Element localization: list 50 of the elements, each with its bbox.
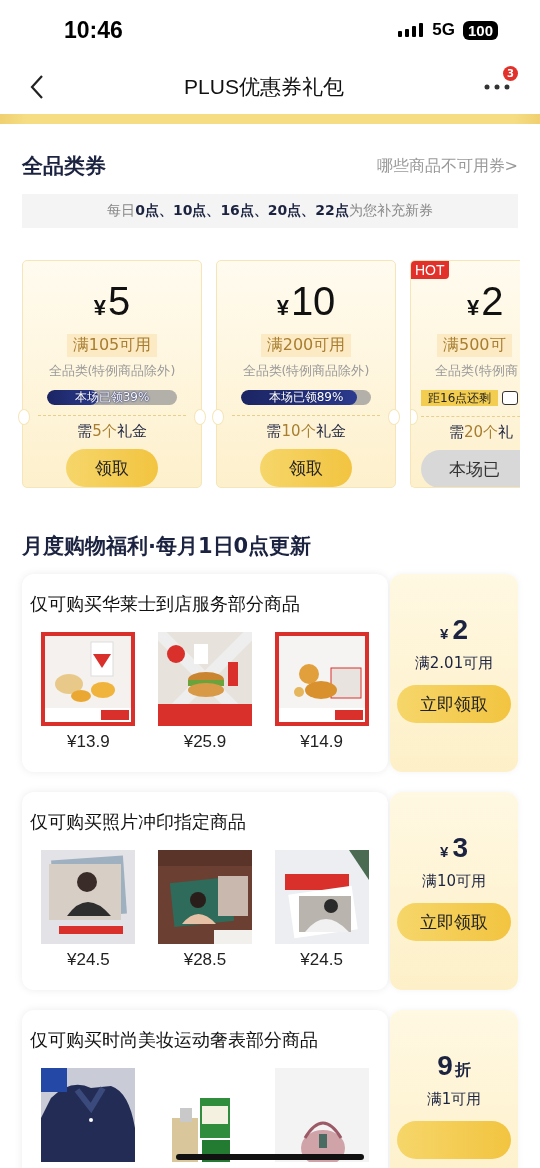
offer-title: 仅可购买时尚美妆运动奢表部分商品 (30, 1028, 319, 1052)
claim-button[interactable]: 领取 (66, 449, 158, 487)
countdown-label: 距16点还剩 (421, 390, 499, 406)
product-price: ¥28.5 (183, 950, 227, 970)
offer-title: 仅可购买照片冲印指定商品 (30, 810, 247, 834)
hot-tag: HOT (411, 261, 449, 279)
threshold-label: 满500可 (437, 334, 512, 357)
threshold-label: 满2.01可用 (414, 654, 494, 673)
signal-icon (398, 23, 425, 37)
countdown-box (502, 391, 519, 405)
notification-badge: 3 (503, 66, 518, 81)
page-title: PLUS优惠券礼包 (184, 74, 344, 100)
threshold-label: 满200可用 (260, 334, 352, 357)
product-price: ¥24.5 (67, 950, 110, 970)
battery-level: 100 (462, 20, 498, 40)
threshold-label: 满105可用 (66, 334, 158, 357)
section-title: 全品类券 (22, 153, 106, 180)
scope-text: 全品类(特例商品除外) (48, 363, 176, 380)
back-icon[interactable] (30, 74, 44, 100)
product-price: ¥13.9 (67, 732, 110, 752)
sold-out-button[interactable]: 本场已 (421, 450, 520, 487)
scope-text: 全品类(特例商 (435, 363, 518, 380)
scope-text: 全品类(特例商品除外) (242, 363, 370, 380)
progress-label: 本场已领39% (73, 390, 151, 405)
ticket-notch (388, 409, 400, 425)
threshold-label: 满10可用 (421, 872, 487, 891)
coupon-amount: 9折 (437, 1050, 471, 1082)
gift-cost: 需10个礼金 (266, 422, 346, 441)
claim-button[interactable]: 领取 (260, 449, 352, 487)
coupon-amount: ¥2 (467, 279, 504, 325)
network-label: 5G (432, 20, 455, 40)
status-time: 10:46 (64, 16, 123, 44)
gift-cost: 需5个礼金 (77, 422, 147, 441)
offer-title: 仅可购买华莱士到店服务部分商品 (30, 592, 301, 616)
coupon-amount: ¥10 (276, 279, 336, 325)
progress-label: 本场已领89% (267, 390, 345, 405)
product-price: ¥14.9 (300, 732, 343, 752)
section-title: 月度购物福利·每月1日0点更新 (21, 533, 313, 560)
ticket-notch (194, 409, 206, 425)
threshold-label: 满1可用 (426, 1090, 482, 1109)
claim-now-button[interactable]: 立即领取 (397, 903, 511, 941)
more-icon[interactable] (484, 84, 510, 90)
coupon-amount: ¥3 (440, 832, 468, 864)
product-price: ¥24.5 (300, 950, 343, 970)
coupon-amount: ¥2 (440, 614, 468, 646)
refresh-notice: 每日0点、10点、16点、20点、22点为您补充新券 (22, 194, 518, 228)
gift-cost: 需20个礼 (449, 423, 514, 442)
coupon-amount: ¥5 (93, 279, 131, 325)
product-price: ¥25.9 (183, 732, 227, 752)
claim-now-button[interactable]: 立即领取 (397, 685, 511, 723)
